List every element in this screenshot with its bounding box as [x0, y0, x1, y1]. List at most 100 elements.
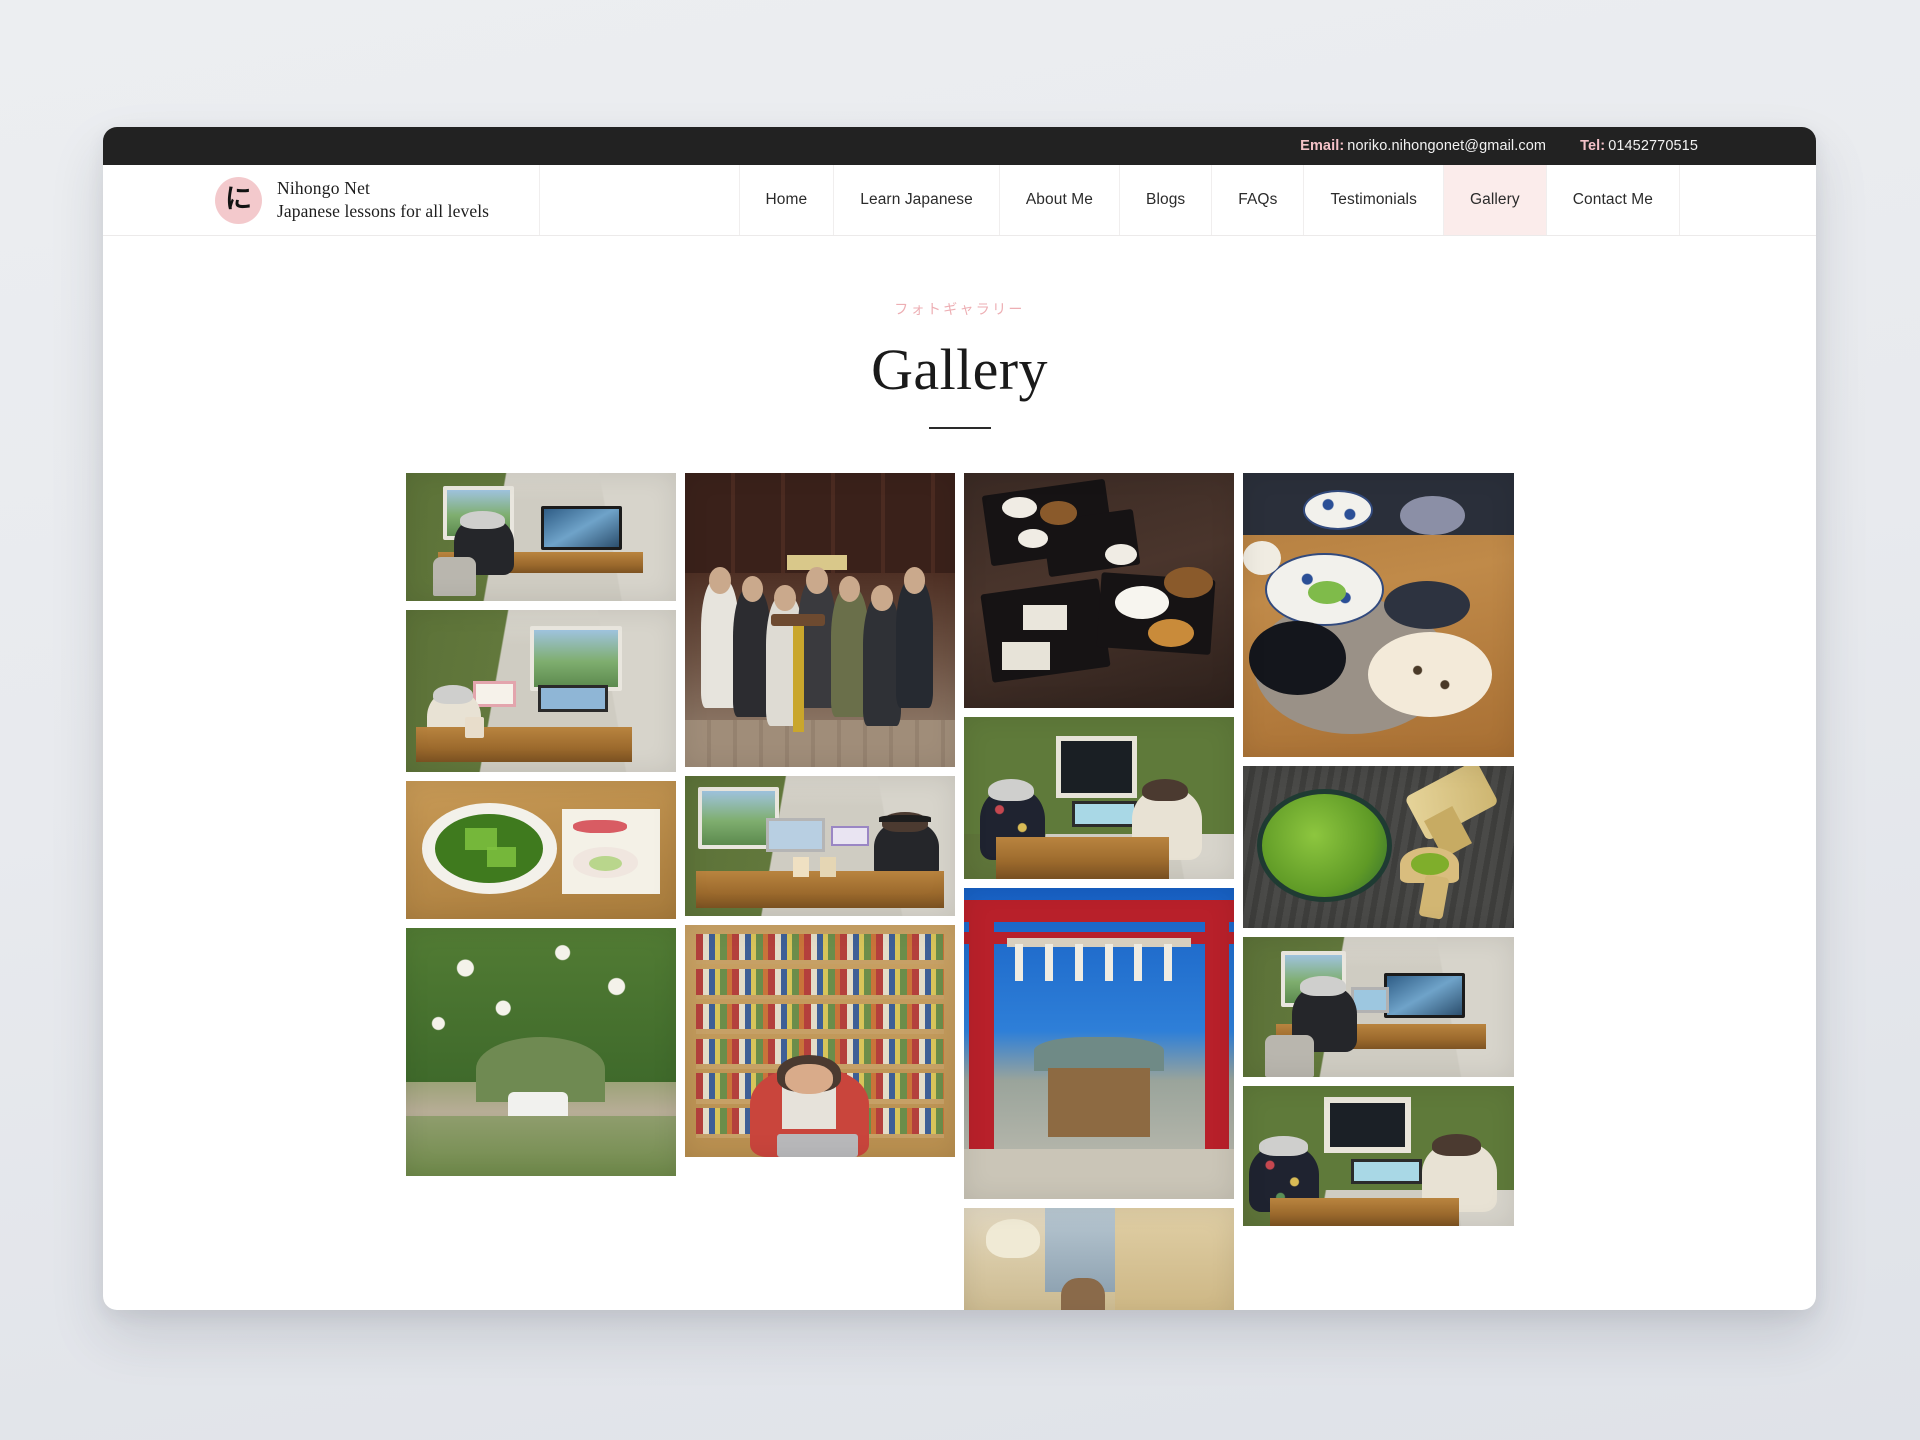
face — [709, 567, 731, 594]
sweet — [573, 819, 628, 834]
hair — [988, 778, 1035, 802]
chair — [432, 557, 476, 596]
gallery-photo[interactable] — [964, 888, 1235, 1199]
miso — [1163, 567, 1213, 598]
laptop-screen — [765, 818, 826, 852]
table-top — [771, 614, 826, 626]
gallery-photo[interactable] — [405, 473, 676, 601]
contact-tel[interactable]: Tel: 01452770515 — [1580, 138, 1698, 154]
face — [903, 567, 926, 594]
brand-title: Nihongo Net — [277, 177, 371, 198]
gallery-photo[interactable] — [1243, 473, 1514, 757]
jelly-cube — [486, 847, 517, 867]
gallery-photo[interactable] — [405, 928, 676, 1176]
contact-email[interactable]: Email: noriko.nihongonet@gmail.com — [1300, 138, 1546, 154]
main-navigation: Home Learn Japanese About Me Blogs FAQs Testi… — [740, 165, 1680, 235]
face — [806, 567, 828, 594]
gallery-photo[interactable] — [964, 473, 1235, 708]
gallery-photo[interactable] — [1243, 1086, 1514, 1226]
nav-item-faqs[interactable]: FAQs — [1212, 165, 1305, 235]
hair — [1432, 1133, 1482, 1156]
nav-item-blogs[interactable]: Blogs — [1120, 165, 1213, 235]
window — [529, 626, 622, 691]
nav-item-about-me[interactable]: About Me — [1000, 165, 1120, 235]
cup — [1104, 543, 1137, 565]
black-lidded-bowl — [1248, 620, 1346, 695]
floor — [684, 719, 955, 767]
title-divider — [928, 427, 991, 429]
shide — [1104, 943, 1113, 982]
browser-window: Email: noriko.nihongonet@gmail.com Tel: 01… — [103, 127, 1816, 1310]
monitor — [1383, 973, 1465, 1019]
matcha-bowl — [1256, 788, 1392, 903]
hair — [1259, 1136, 1309, 1156]
shelf-row — [695, 934, 945, 960]
page-eyebrow: フォトギャラリー — [894, 302, 1025, 318]
bowl — [1018, 529, 1048, 549]
shide — [1134, 943, 1143, 982]
chair — [1264, 1035, 1314, 1077]
monitor — [1072, 801, 1137, 828]
torii-top-bar — [964, 900, 1235, 923]
gallery-photo[interactable] — [405, 610, 676, 772]
face — [784, 1064, 834, 1095]
shrine-roof — [1034, 1037, 1164, 1072]
nav-item-home[interactable]: Home — [740, 165, 835, 235]
header-tail — [1680, 165, 1816, 235]
photo-gallery-grid — [405, 473, 1514, 1310]
gallery-photo[interactable] — [1243, 937, 1514, 1077]
gallery-photo[interactable] — [1243, 766, 1514, 928]
hair — [459, 511, 506, 530]
laptop — [1351, 987, 1390, 1013]
border-planting — [405, 1116, 676, 1176]
contact-tel-label: Tel: — [1580, 138, 1606, 154]
greens — [1308, 580, 1346, 604]
shrine-building — [1047, 1068, 1151, 1137]
contact-tel-value: 01452770515 — [1608, 138, 1698, 154]
window-night — [1324, 1097, 1411, 1154]
hair — [1300, 976, 1346, 996]
wood-wall — [1115, 1208, 1235, 1310]
gallery-column-2 — [684, 473, 955, 1157]
grey-bowl — [1399, 495, 1465, 536]
person — [1061, 1278, 1105, 1310]
gallery-column-3 — [964, 473, 1235, 1310]
soup — [1147, 618, 1194, 647]
nav-item-contact-me[interactable]: Contact Me — [1547, 165, 1680, 235]
brand-subtitle: Japanese lessons for all levels — [277, 201, 490, 221]
shelf-row — [695, 1003, 945, 1030]
desk — [416, 726, 633, 763]
nav-item-testimonials[interactable]: Testimonials — [1304, 165, 1444, 235]
desk — [996, 836, 1170, 879]
gallery-photo[interactable] — [684, 473, 955, 767]
gallery-photo[interactable] — [684, 925, 955, 1157]
shide — [1045, 943, 1054, 982]
gallery-photo[interactable] — [964, 717, 1235, 879]
laptop — [776, 1133, 858, 1157]
bowl — [1001, 496, 1037, 518]
shelf-board — [695, 994, 945, 1000]
brand-logo[interactable]: に Nihongo Net Japanese lessons for all l… — [103, 165, 540, 235]
contact-topbar: Email: noriko.nihongonet@gmail.com Tel: 01… — [103, 127, 1816, 165]
header-spacer — [540, 165, 740, 235]
nav-item-gallery[interactable]: Gallery — [1443, 165, 1547, 235]
face — [871, 584, 893, 612]
monitor — [1351, 1158, 1422, 1184]
card — [830, 826, 869, 846]
torii-left-pillar — [969, 900, 994, 1187]
gallery-photo[interactable] — [684, 776, 955, 916]
gallery-photo[interactable] — [964, 1208, 1235, 1310]
glass — [819, 857, 837, 877]
mixed-rice — [1367, 632, 1492, 718]
hair — [1142, 778, 1189, 802]
diner-top — [1243, 473, 1514, 536]
wagashi-top — [589, 855, 622, 871]
nav-item-learn-japanese[interactable]: Learn Japanese — [834, 165, 1000, 235]
hiragana-ni-glyph: に — [225, 183, 252, 215]
contact-email-label: Email: — [1300, 138, 1345, 154]
rice — [1115, 585, 1170, 619]
gallery-photo[interactable] — [405, 781, 676, 919]
brand-text: Nihongo Net Japanese lessons for all lev… — [277, 177, 489, 223]
glass — [792, 857, 810, 877]
shide — [1015, 943, 1024, 982]
